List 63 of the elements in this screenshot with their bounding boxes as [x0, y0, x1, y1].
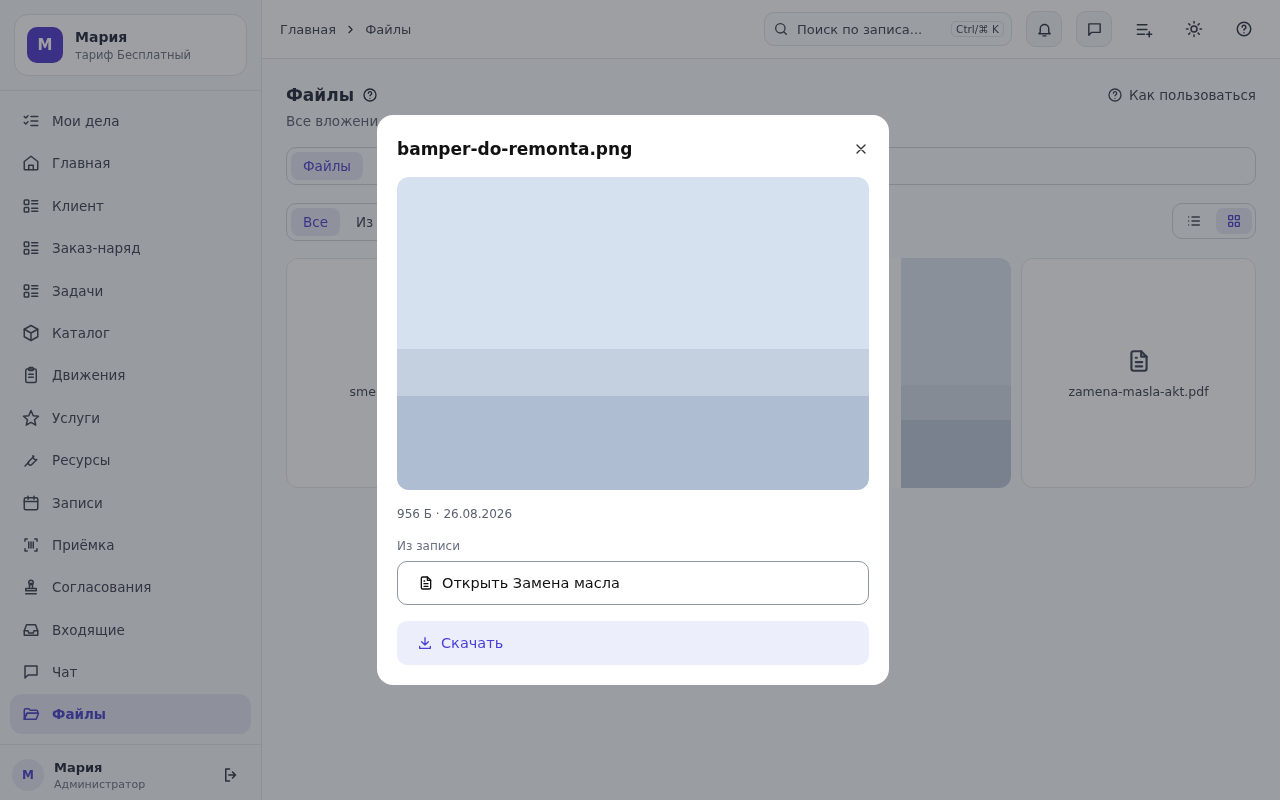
profile-card[interactable]: М Мария тариф Бесплатный [14, 14, 247, 76]
list-icon [1186, 213, 1202, 229]
download-button[interactable]: Скачать [397, 621, 869, 665]
list-icon [22, 196, 40, 215]
plan-label: тариф Бесплатный [75, 47, 191, 62]
profile-name: Мария [75, 28, 129, 45]
breadcrumb-link[interactable]: Главная [280, 21, 337, 37]
sidebar-item[interactable]: Согласования [10, 567, 251, 608]
clipboard-icon [22, 366, 40, 385]
sidebar-item[interactable]: Заказ-наряд [10, 228, 251, 269]
page-subtitle: Все вложени [286, 113, 380, 129]
source-label: Из записи [397, 539, 461, 553]
sidebar-item[interactable]: Файлы [10, 694, 251, 735]
sun-icon [1185, 20, 1203, 38]
sidebar-item[interactable]: Мои дела [10, 101, 251, 141]
sidebar-item[interactable]: Входящие [10, 609, 251, 650]
sidebar-item[interactable]: Услуги [10, 397, 251, 438]
calendar-icon [22, 493, 40, 512]
star-icon [22, 408, 40, 427]
list-icon [22, 281, 40, 300]
page-title: Файлы [286, 85, 355, 105]
help-icon [362, 87, 379, 103]
filter-tab[interactable]: Все [291, 208, 340, 236]
breadcrumb-link[interactable]: Файлы [365, 21, 412, 37]
dialog-title: bamper-do-remonta.png [397, 139, 633, 159]
home-icon [22, 154, 40, 173]
help-icon [1107, 87, 1123, 103]
shortcut-hint: Ctrl/⌘ K [951, 21, 1004, 37]
user-avatar: М [12, 759, 44, 792]
filter-tab[interactable]: Из [344, 208, 386, 236]
grid-view-button[interactable] [1216, 208, 1252, 234]
sidebar-item[interactable]: Записи [10, 482, 251, 523]
sidebar-item[interactable]: Приёмка [10, 524, 251, 565]
chat-button[interactable] [1076, 11, 1112, 47]
help-icon [1235, 20, 1253, 38]
tab[interactable]: Файлы [291, 152, 363, 180]
user-name: Мария [54, 759, 104, 775]
sidebar-item[interactable]: Движения [10, 355, 251, 396]
sidebar-item[interactable]: Каталог [10, 312, 251, 353]
box-icon [22, 323, 40, 342]
list-icon [22, 239, 40, 258]
user-role: Администратор [54, 777, 147, 791]
sidebar-item[interactable]: Клиент [10, 185, 251, 226]
sidebar-item[interactable]: Чат [10, 652, 251, 693]
document-icon [418, 575, 434, 591]
open-record-button[interactable]: Открыть Замена масла [397, 561, 869, 605]
stamp-icon [22, 578, 40, 597]
notifications-button[interactable] [1026, 11, 1062, 47]
file-meta: 956 Б · 26.08.2026 [397, 507, 514, 521]
sidebar-item[interactable]: Ресурсы [10, 440, 251, 481]
download-icon [417, 635, 433, 651]
file-name: sme [349, 384, 377, 399]
grid-icon [1226, 213, 1242, 229]
sidebar-item[interactable]: Задачи [10, 270, 251, 311]
file-name: zamena-masla-akt.pdf [1068, 383, 1209, 399]
file-card[interactable]: zamena-masla-akt.pdf [1021, 258, 1256, 488]
help-link[interactable]: Как пользоваться [1107, 87, 1256, 103]
chat-icon [1085, 20, 1103, 38]
sidebar-item[interactable]: Главная [10, 143, 251, 184]
search-icon [773, 21, 789, 37]
scan-icon [22, 535, 40, 554]
avatar: М [27, 27, 63, 63]
chat-icon [22, 663, 40, 682]
